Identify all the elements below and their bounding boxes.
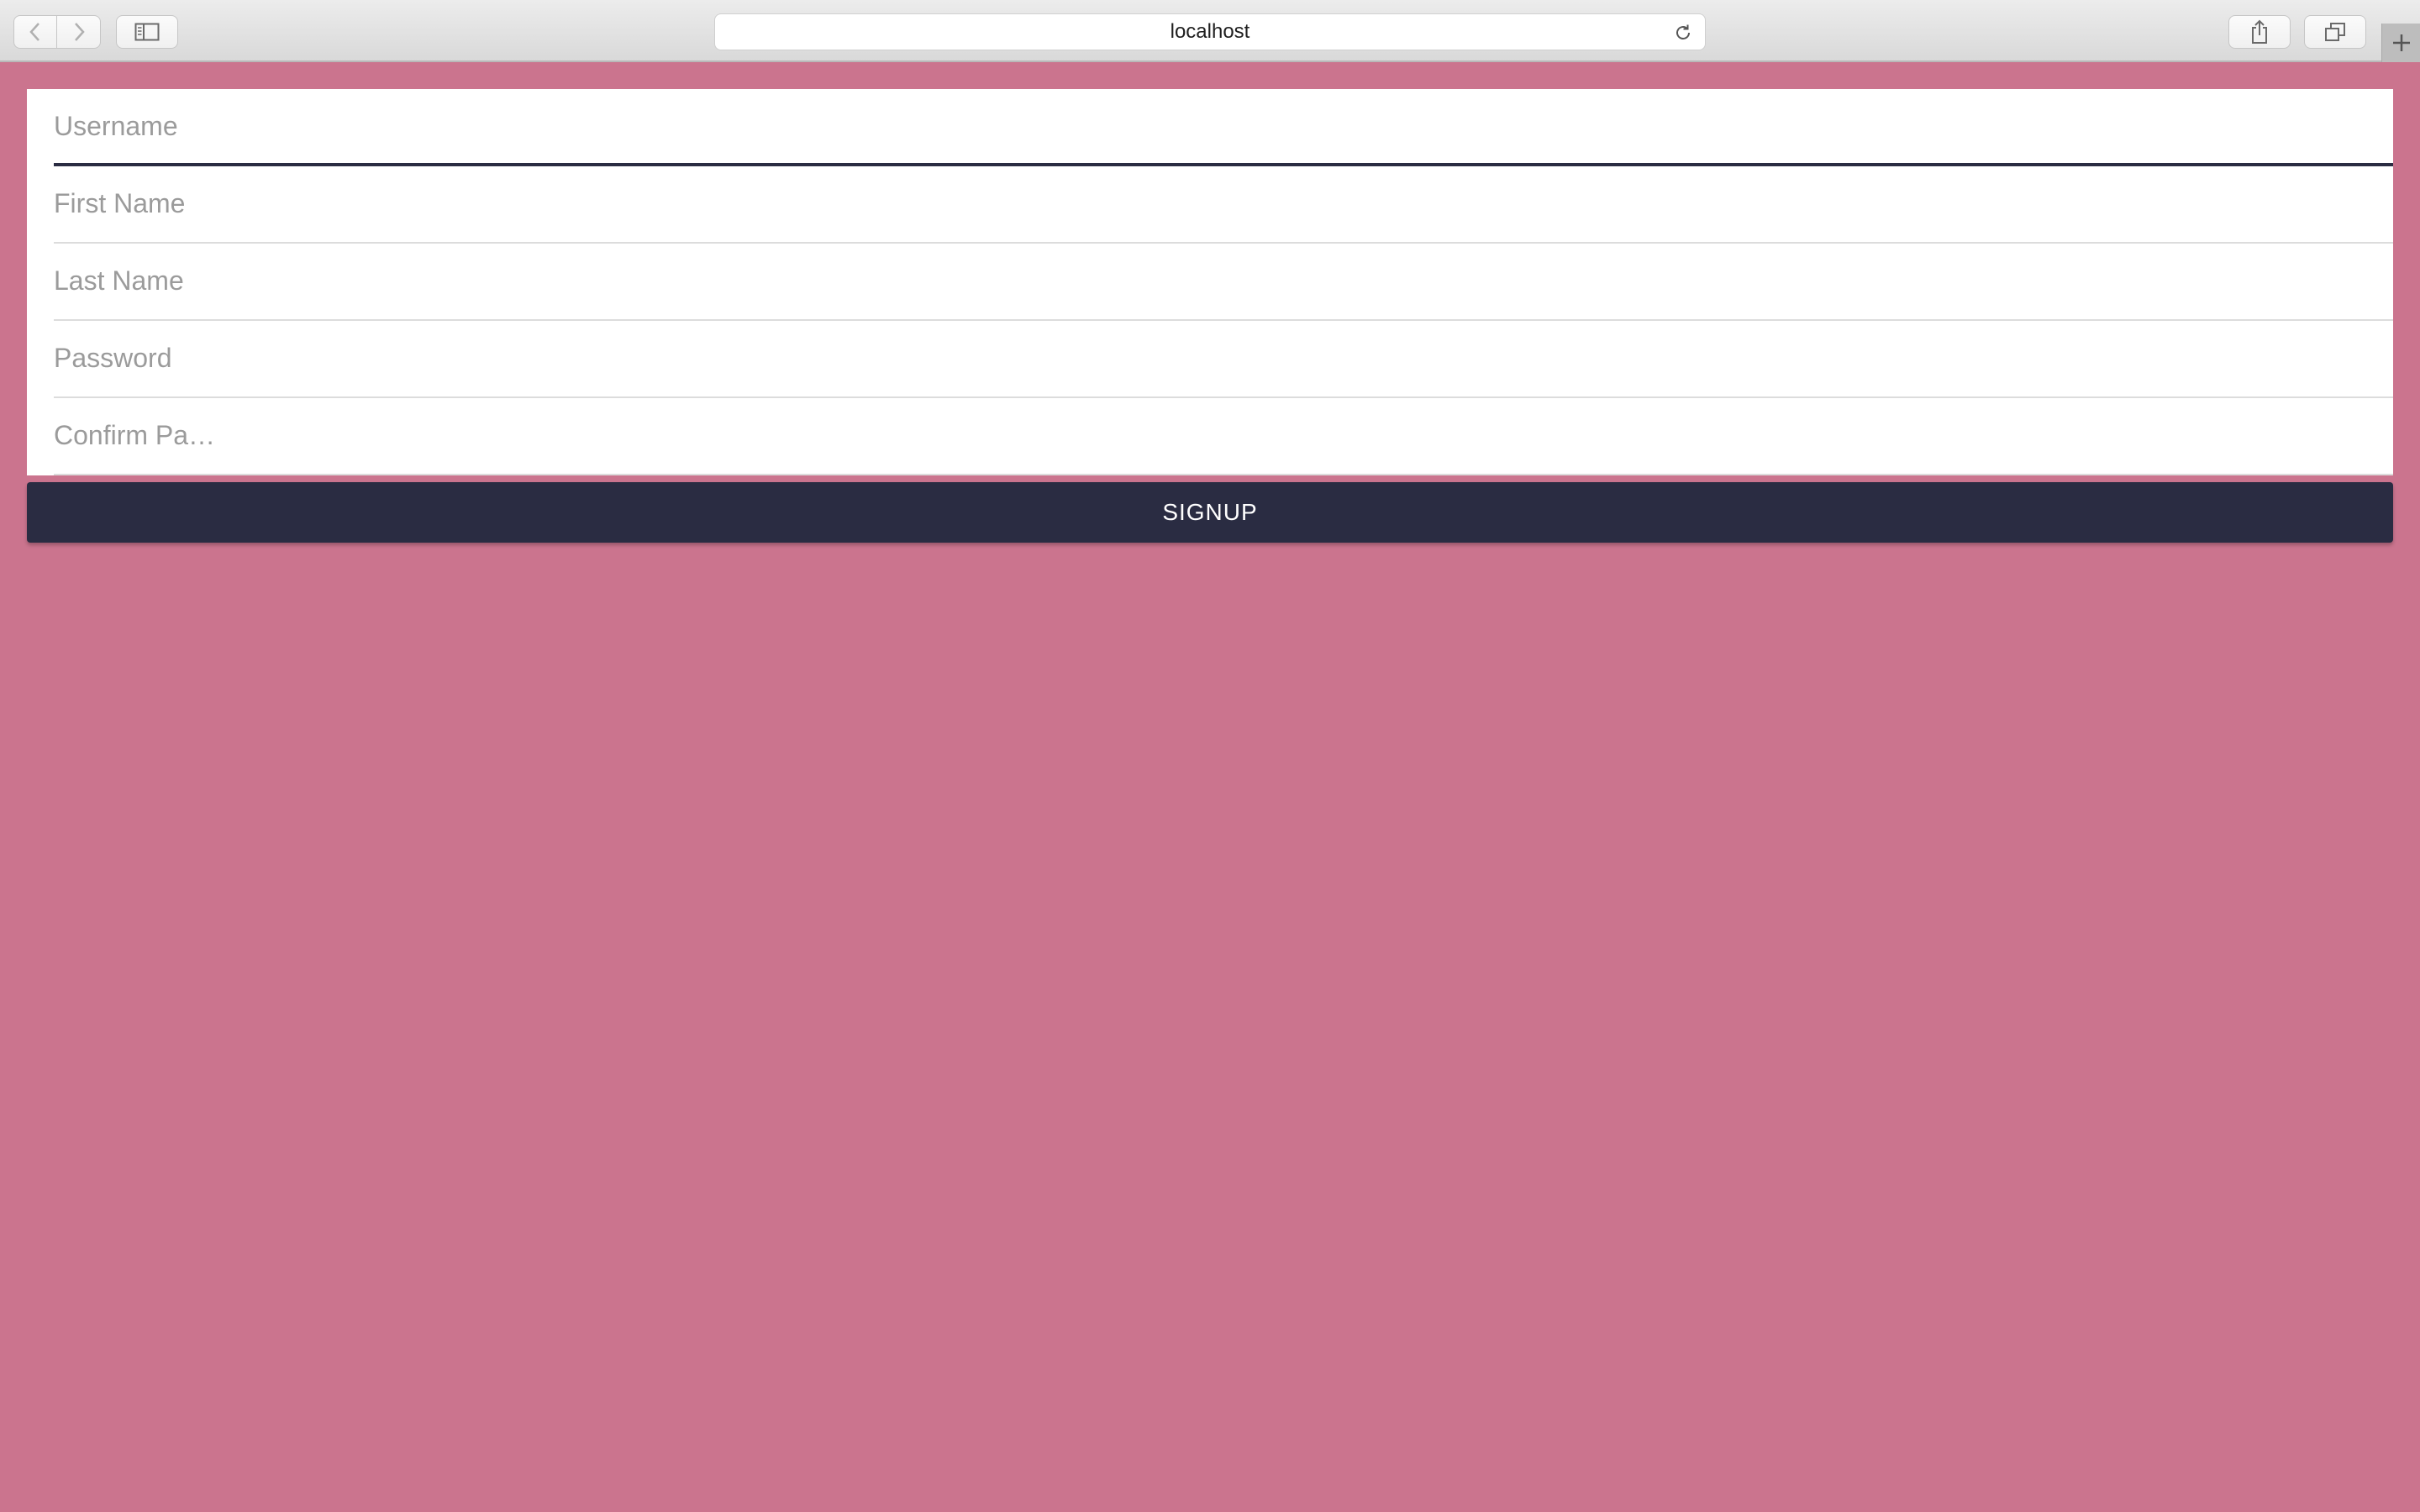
- first-name-field: [54, 166, 2393, 244]
- sidebar-toggle-button[interactable]: [116, 15, 178, 49]
- plus-icon: [2393, 34, 2410, 51]
- last-name-input[interactable]: [54, 244, 2393, 318]
- back-button[interactable]: [13, 15, 57, 49]
- username-input[interactable]: [54, 89, 2393, 163]
- username-field: [54, 89, 2393, 166]
- first-name-input[interactable]: [54, 166, 2393, 240]
- chevron-right-icon: [74, 23, 85, 41]
- address-bar[interactable]: localhost: [714, 13, 1706, 50]
- chevron-left-icon: [29, 23, 39, 41]
- signup-button[interactable]: SIGNUP: [27, 482, 2393, 543]
- share-button[interactable]: [2228, 15, 2291, 49]
- signup-form: [27, 89, 2393, 475]
- last-name-field: [54, 244, 2393, 321]
- share-icon: [2252, 19, 2267, 44]
- browser-toolbar: localhost: [0, 0, 2420, 62]
- forward-button[interactable]: [57, 15, 101, 49]
- confirm-password-input[interactable]: [54, 398, 2393, 472]
- tab-overview-button[interactable]: [2304, 15, 2366, 49]
- tabs-overview-icon: [2325, 23, 2345, 41]
- password-field: [54, 321, 2393, 398]
- url-text: localhost: [1170, 20, 1250, 43]
- confirm-password-field: [54, 398, 2393, 475]
- new-tab-button[interactable]: [2381, 24, 2420, 62]
- password-input[interactable]: [54, 321, 2393, 395]
- navigation-buttons: [13, 15, 101, 49]
- sidebar-icon: [134, 23, 160, 41]
- reload-icon[interactable]: [1673, 23, 1693, 43]
